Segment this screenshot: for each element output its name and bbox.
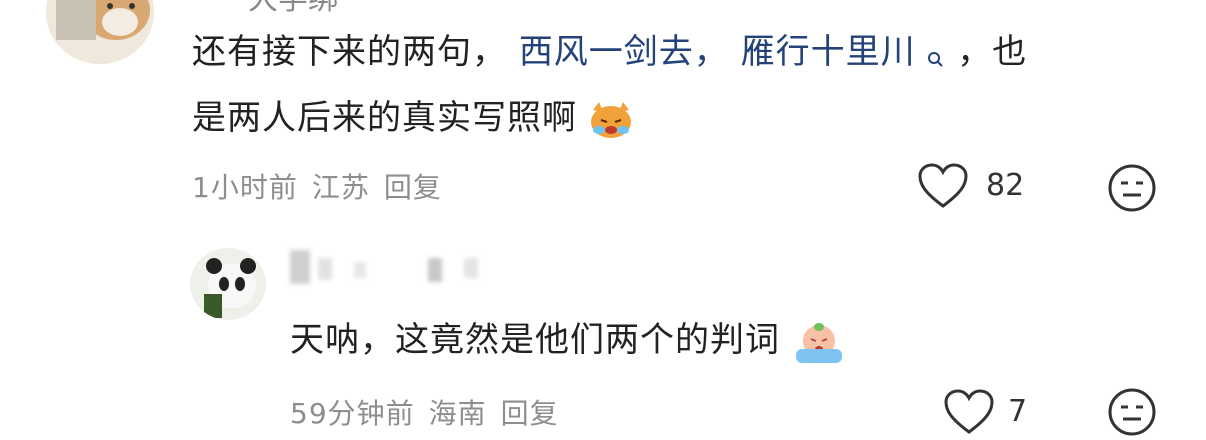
comment-text: 还有接下来的两句， 西风一剑去， 雁行十里川 ，也 是两人后来的真实写照啊 <box>192 26 1172 144</box>
avatar[interactable] <box>46 0 154 64</box>
blurred-username <box>318 258 332 280</box>
blurred-username <box>354 262 366 278</box>
comment-text-part: 天呐，这竟然是他们两个的判词 <box>290 320 780 360</box>
like-button[interactable] <box>916 162 970 212</box>
search-icon[interactable] <box>927 34 945 67</box>
blurred-username[interactable] <box>290 250 310 284</box>
comment-text-part: ，也 <box>957 32 1028 72</box>
comment-text-part: 还有接下来的两句， <box>192 32 507 72</box>
panda-avatar-image <box>190 248 266 320</box>
username-partial[interactable]: 一大学绑 <box>218 0 338 18</box>
meh-face-icon <box>1108 388 1156 436</box>
reply-button[interactable]: 回复 <box>501 397 559 430</box>
blurred-username <box>428 258 442 282</box>
timestamp: 1小时前 <box>192 171 298 204</box>
like-count: 7 <box>1008 394 1028 429</box>
blurred-username <box>464 258 478 278</box>
crying-face-emoji <box>792 319 846 365</box>
avatar[interactable] <box>190 248 266 320</box>
timestamp: 59分钟前 <box>290 397 415 430</box>
dislike-button[interactable] <box>1106 386 1158 436</box>
topic-link[interactable]: 雁行十里川 <box>741 32 916 72</box>
heart-icon <box>918 163 968 208</box>
meh-face-icon <box>1108 164 1156 212</box>
location: 江苏 <box>311 171 370 204</box>
comment-text: 天呐，这竟然是他们两个的判词 <box>290 314 846 366</box>
like-button[interactable] <box>942 388 996 436</box>
reply-button[interactable]: 回复 <box>384 171 442 204</box>
topic-link[interactable]: 西风一剑去， <box>519 32 729 72</box>
heart-icon <box>944 389 994 434</box>
dog-avatar-image <box>46 0 154 64</box>
comment-meta: 1小时前 江苏 回复 <box>192 166 456 206</box>
like-count: 82 <box>986 168 1025 203</box>
comment-text-part: 是两人后来的真实写照啊 <box>192 98 577 138</box>
crying-cat-emoji <box>589 100 633 140</box>
comment-meta: 59分钟前 海南 回复 <box>290 392 573 432</box>
dislike-button[interactable] <box>1106 162 1158 214</box>
location: 海南 <box>428 397 487 430</box>
